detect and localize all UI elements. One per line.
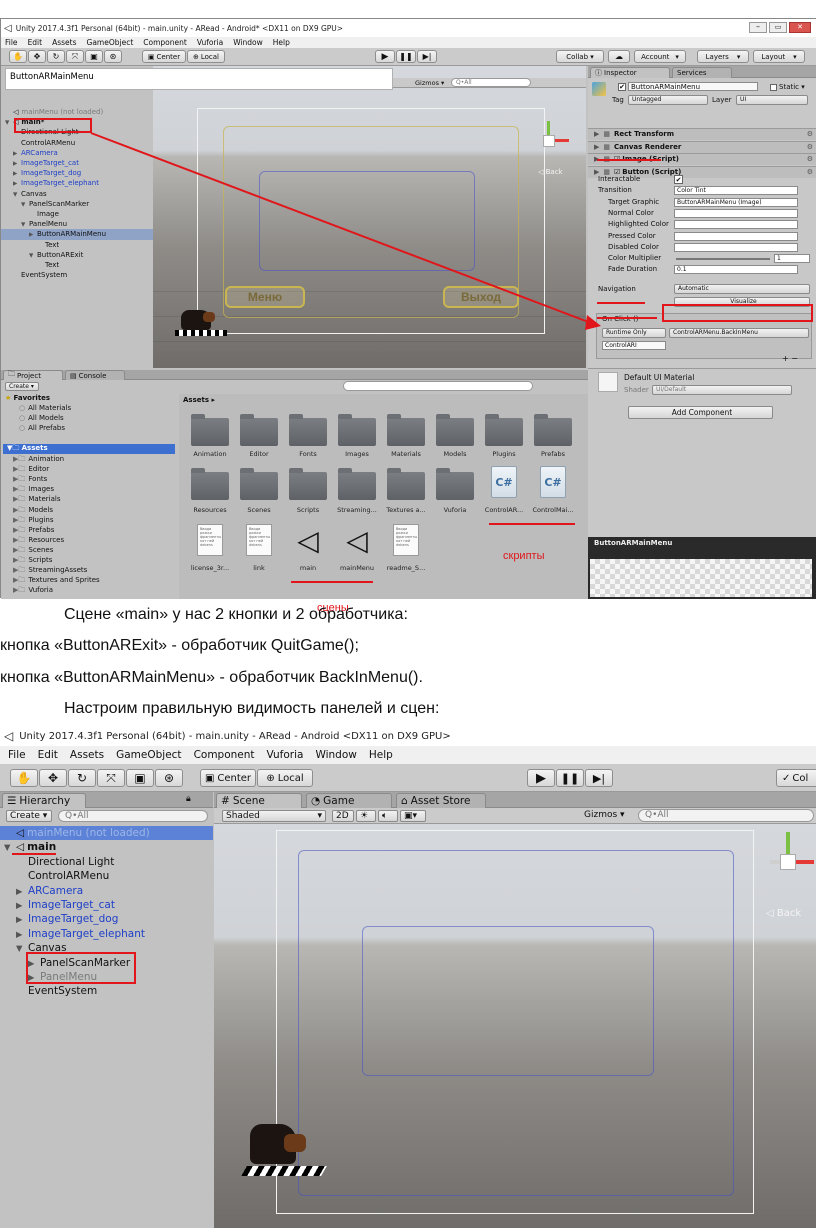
hierarchy-item[interactable]: ▶ ARCamera	[0, 884, 213, 898]
hierarchy-search-overlay[interactable]: ButtonARMainMenu	[5, 68, 393, 90]
step-button[interactable]: ▶|	[585, 769, 613, 787]
2d-toggle[interactable]: 2D	[332, 810, 354, 822]
expand-arrow-icon[interactable]: ▶	[16, 927, 28, 941]
hierarchy-item-label: mainMenu (not loaded)	[27, 827, 150, 839]
lighting-toggle[interactable]: ☀	[356, 810, 376, 822]
panel-frame-inner	[362, 926, 654, 1076]
rect-tool-button[interactable]: ▣	[126, 769, 154, 787]
image-icon: ▣▾	[404, 811, 418, 821]
hierarchy-item-label: ImageTarget_elephant	[28, 927, 145, 940]
menu-item-file[interactable]: File	[8, 749, 26, 761]
dog-model	[241, 1124, 327, 1184]
paragraph-2: кнопка «ButtonARExit» - обработчик QuitG…	[0, 637, 359, 654]
pause-button[interactable]: ❚❚	[556, 769, 584, 787]
audio-toggle[interactable]: 🔈︎	[378, 810, 398, 822]
expand-arrow-icon[interactable]: ▶	[16, 898, 28, 912]
hierarchy-search[interactable]: Q•All	[58, 810, 208, 822]
annotation-arrow	[90, 132, 601, 330]
shading-dropdown[interactable]: Shaded ▾	[222, 810, 326, 822]
hierarchy-item-label: ImageTarget_cat	[28, 899, 115, 911]
move-tool-button[interactable]: ✥	[39, 769, 67, 787]
tab-game[interactable]: ◔ Game	[306, 793, 392, 808]
hierarchy-item[interactable]: EventSystem	[0, 984, 213, 998]
grid-icon: #	[221, 795, 230, 807]
hierarchy-item-label: EventSystem	[28, 985, 98, 998]
hierarchy-item[interactable]: ▶ ImageTarget_cat	[0, 898, 213, 912]
menu-item-edit[interactable]: Edit	[38, 749, 58, 761]
expand-arrow-icon[interactable]: ▶	[16, 912, 28, 926]
speaker-icon: 🔈︎	[382, 811, 388, 821]
scene-toolbar: Shaded ▾ 2D ☀ 🔈︎ ▣▾ Gizmos ▾ Q•All	[214, 808, 816, 824]
pacman-icon: ◔	[311, 795, 321, 807]
collab-button[interactable]: ✓ Col	[776, 769, 816, 787]
hierarchy-item-label: ControlARMenu	[28, 870, 110, 883]
store-icon: ⌂	[401, 795, 408, 807]
lock-icon[interactable]: 🔒︎	[186, 794, 191, 804]
hierarchy-item-label: ImageTarget_dog	[28, 913, 119, 926]
dropdown-arrow-icon: ▾	[317, 811, 322, 821]
toolbar: ✋ ✥ ↻ ⤧ ▣ ⊛ ▣ Center ⊕ Local ▶ ❚❚ ▶| ✓ Col	[0, 764, 816, 792]
orientation-gizmo[interactable]	[762, 832, 814, 884]
list-icon: ☰	[7, 795, 17, 807]
expand-arrow-icon[interactable]: ▶	[16, 884, 28, 898]
paragraph-1: Сцене «main» у нас 2 кнопки и 2 обработч…	[64, 606, 408, 623]
pivot-center-button[interactable]: ▣ Center	[200, 769, 256, 787]
play-button[interactable]: ▶	[527, 769, 555, 787]
menu-item-window[interactable]: Window	[315, 749, 356, 761]
highlight-panels	[26, 952, 136, 984]
back-label: ◁ Back	[766, 908, 802, 919]
globe-icon: ⊕	[266, 772, 275, 784]
hierarchy-panel: ☰ Hierarchy 🔒︎ Create ▾ Q•All ◁ mainMenu (…	[0, 792, 213, 1228]
scene-search[interactable]: Q•All	[638, 809, 814, 822]
paragraph-4: Настроим правильную видимость панелей и …	[64, 700, 440, 717]
hierarchy-item[interactable]: ▶ ImageTarget_elephant	[0, 927, 213, 941]
unity-logo-icon: ◁	[4, 729, 14, 743]
hierarchy-item[interactable]: Directional Light	[0, 855, 213, 869]
hierarchy-item[interactable]: ControlARMenu	[0, 869, 213, 883]
underline-main	[12, 853, 56, 855]
gizmos-dropdown[interactable]: Gizmos ▾	[584, 810, 625, 820]
title-bar: ◁ Unity 2017.4.3f1 Personal (64bit) - ma…	[0, 726, 816, 746]
menu-item-vuforia[interactable]: Vuforia	[267, 749, 304, 761]
menu-item-gameobject[interactable]: GameObject	[116, 749, 181, 761]
hierarchy-item-label: Directional Light	[28, 855, 115, 868]
pivot-local-button[interactable]: ⊕ Local	[257, 769, 313, 787]
unity-scene-icon: ◁	[16, 841, 25, 854]
transform-tool-button[interactable]: ⊛	[155, 769, 183, 787]
menu-item-component[interactable]: Component	[194, 749, 255, 761]
center-icon: ▣	[204, 772, 215, 784]
menu-item-assets[interactable]: Assets	[70, 749, 104, 761]
screenshot-2: ◁ Unity 2017.4.3f1 Personal (64bit) - ma…	[0, 726, 816, 1228]
window-title: Unity 2017.4.3f1 Personal (64bit) - main…	[19, 730, 451, 742]
sun-icon: ☀	[360, 811, 369, 821]
effects-toggle[interactable]: ▣▾	[400, 810, 426, 822]
screenshot-1: ◁ Unity 2017.4.3f1 Personal (64bit) - ma…	[0, 18, 816, 614]
hand-tool-button[interactable]: ✋	[10, 769, 38, 787]
hierarchy-item-label: main	[27, 841, 57, 854]
hierarchy-item-label: ARCamera	[28, 884, 84, 897]
tab-hierarchy[interactable]: ☰ Hierarchy	[2, 793, 86, 808]
paragraph-3: кнопка «ButtonARMainMenu» - обработчик B…	[0, 669, 423, 686]
unity-scene-icon: ◁	[16, 827, 25, 839]
rotate-tool-button[interactable]: ↻	[68, 769, 96, 787]
check-icon: ✓	[782, 772, 791, 784]
hierarchy-tabbar: ☰ Hierarchy 🔒︎	[0, 792, 213, 808]
menu-bar: File Edit Assets GameObject Component Vuforia…	[0, 746, 816, 764]
tab-asset-store[interactable]: ⌂ Asset Store	[396, 793, 486, 808]
tab-scene[interactable]: # Scene	[216, 793, 302, 808]
scale-tool-button[interactable]: ⤧	[97, 769, 125, 787]
hierarchy-item[interactable]: ◁ mainMenu (not loaded)	[0, 826, 213, 841]
scene-view[interactable]: ◁ Back	[214, 824, 816, 1228]
create-dropdown[interactable]: Create ▾	[6, 810, 52, 822]
hierarchy-item[interactable]: ▶ ImageTarget_dog	[0, 912, 213, 926]
menu-item-help[interactable]: Help	[369, 749, 393, 761]
scene-tabbar: # Scene ◔ Game ⌂ Asset Store	[214, 792, 816, 808]
